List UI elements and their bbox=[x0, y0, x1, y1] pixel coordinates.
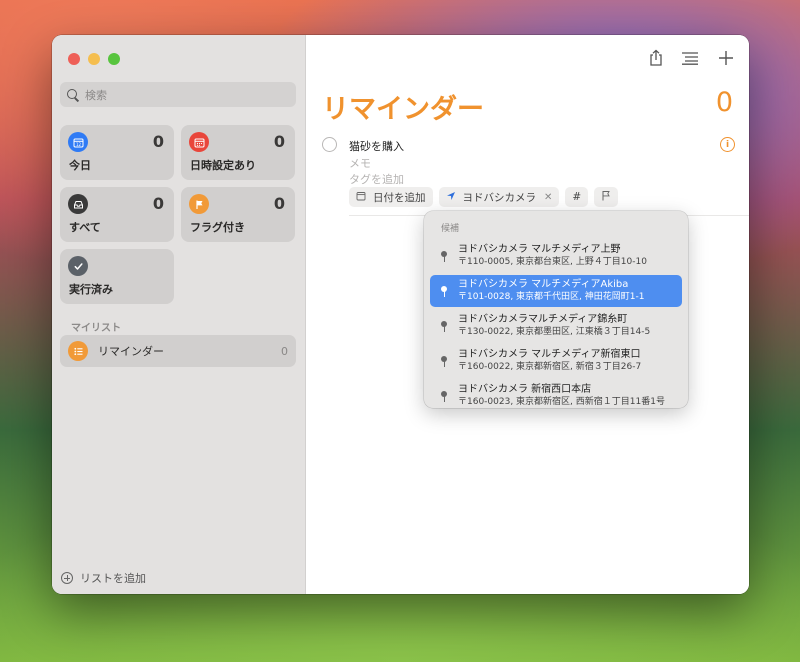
suggestion-name: ヨドバシカメラ マルチメディア新宿東口 bbox=[458, 349, 641, 361]
clear-location-icon[interactable]: ✕ bbox=[544, 192, 552, 203]
suggestion-name: ヨドバシカメラマルチメディア錦糸町 bbox=[458, 314, 628, 326]
location-chip[interactable]: ヨドバシカメラ ✕ bbox=[438, 187, 560, 207]
smart-list-completed[interactable]: 実行済み bbox=[60, 249, 174, 304]
list-title: リマインダー bbox=[322, 94, 484, 125]
reminder-tags-field[interactable]: タグを追加 bbox=[349, 171, 404, 187]
tile-label: 実行済み bbox=[69, 283, 113, 296]
location-arrow-icon bbox=[446, 191, 456, 204]
share-icon bbox=[650, 49, 662, 66]
suggestion-item[interactable]: ヨドバシカメラ マルチメディア上野 〒110-0005, 東京都台東区, 上野４… bbox=[430, 240, 682, 272]
suggestion-address: 〒160-0023, 東京都新宿区, 西新宿１丁目11番1号 bbox=[458, 396, 665, 407]
smart-list-flagged[interactable]: 0 フラグ付き bbox=[181, 187, 295, 242]
suggestion-address: 〒101-0028, 東京都千代田区, 神田花岡町1-1 bbox=[458, 291, 645, 302]
search-placeholder: 検索 bbox=[85, 88, 107, 102]
calendar-icon bbox=[189, 132, 209, 152]
smart-list-today[interactable]: 12 0 今日 bbox=[60, 125, 174, 180]
flag-icon bbox=[189, 194, 209, 214]
search-field[interactable]: 検索 bbox=[60, 82, 296, 107]
tile-label: フラグ付き bbox=[190, 221, 245, 234]
suggestion-name: ヨドバシカメラ マルチメディア上野 bbox=[458, 244, 621, 256]
suggestions-header: 候補 bbox=[441, 224, 460, 234]
smart-list-all[interactable]: 0 すべて bbox=[60, 187, 174, 242]
share-button[interactable] bbox=[647, 49, 665, 67]
add-date-chip[interactable]: 日付を追加 bbox=[349, 187, 433, 207]
suggestion-item[interactable]: ヨドバシカメラマルチメディア錦糸町 〒130-0022, 東京都墨田区, 江東橋… bbox=[430, 310, 682, 342]
info-icon: i bbox=[725, 139, 730, 150]
close-window-button[interactable] bbox=[68, 53, 80, 65]
my-lists-heading: マイリスト bbox=[71, 323, 121, 334]
add-list-label: リストを追加 bbox=[80, 572, 146, 585]
tray-icon bbox=[68, 194, 88, 214]
suggestion-item[interactable]: ヨドバシカメラ 新宿西口本店 〒160-0023, 東京都新宿区, 西新宿１丁目… bbox=[430, 380, 682, 412]
reminder-chips: 日付を追加 ヨドバシカメラ ✕ # bbox=[349, 187, 619, 207]
checkmark-icon bbox=[68, 256, 88, 276]
suggestion-item-selected[interactable]: ヨドバシカメラ マルチメディアAkiba 〒101-0028, 東京都千代田区,… bbox=[430, 275, 682, 307]
view-options-button[interactable] bbox=[681, 49, 699, 67]
list-item-reminders[interactable]: リマインダー 0 bbox=[60, 335, 296, 367]
list-bullet-icon bbox=[68, 341, 88, 361]
suggestion-address: 〒110-0005, 東京都台東区, 上野４丁目10-10 bbox=[458, 256, 647, 267]
add-reminder-button[interactable] bbox=[717, 49, 735, 67]
plus-circle-icon bbox=[61, 572, 73, 584]
add-tag-chip[interactable]: # bbox=[565, 187, 589, 207]
calendar-today-icon: 12 bbox=[68, 132, 88, 152]
tile-label: 今日 bbox=[69, 159, 91, 172]
tile-count: 0 bbox=[152, 132, 164, 151]
svg-text:12: 12 bbox=[75, 142, 81, 147]
map-pin-icon bbox=[439, 389, 449, 403]
map-pin-icon bbox=[439, 249, 449, 263]
map-pin-icon bbox=[439, 319, 449, 333]
list-count: 0 bbox=[281, 344, 288, 358]
suggestion-address: 〒130-0022, 東京都墨田区, 江東橋３丁目14-5 bbox=[458, 326, 651, 337]
suggestion-name: ヨドバシカメラ 新宿西口本店 bbox=[458, 384, 592, 396]
zoom-window-button[interactable] bbox=[108, 53, 120, 65]
suggestion-item[interactable]: ヨドバシカメラ マルチメディア新宿東口 〒160-0022, 東京都新宿区, 新… bbox=[430, 345, 682, 377]
list-name: リマインダー bbox=[98, 345, 164, 358]
flag-outline-icon bbox=[601, 190, 611, 204]
list-count-total: 0 bbox=[715, 87, 733, 118]
location-suggestions-popup: 候補 ヨドバシカメラ マルチメディア上野 〒110-0005, 東京都台東区, … bbox=[424, 211, 688, 408]
reminder-title[interactable]: 猫砂を購入 bbox=[349, 138, 404, 154]
smart-list-scheduled[interactable]: 0 日時設定あり bbox=[181, 125, 295, 180]
info-button[interactable]: i bbox=[720, 137, 735, 152]
map-pin-icon bbox=[439, 354, 449, 368]
search-icon bbox=[67, 88, 79, 101]
list-format-icon bbox=[682, 52, 698, 65]
minimize-window-button[interactable] bbox=[88, 53, 100, 65]
tile-count: 0 bbox=[273, 194, 285, 213]
tile-label: 日時設定あり bbox=[190, 159, 256, 172]
suggestion-name: ヨドバシカメラ マルチメディアAkiba bbox=[458, 279, 629, 291]
tag-label: # bbox=[572, 191, 582, 203]
tile-label: すべて bbox=[69, 221, 101, 234]
add-date-label: 日付を追加 bbox=[373, 191, 426, 204]
reminder-notes-field[interactable]: メモ bbox=[349, 155, 371, 171]
tile-count: 0 bbox=[152, 194, 164, 213]
smart-lists: 12 0 今日 0 日時設定あり 0 すべて 0 フラグ付き 実行済み bbox=[60, 125, 295, 304]
map-pin-icon bbox=[439, 284, 449, 298]
flag-chip[interactable] bbox=[594, 187, 619, 207]
suggestion-address: 〒160-0022, 東京都新宿区, 新宿３丁目26-7 bbox=[458, 361, 642, 372]
calendar-small-icon bbox=[356, 191, 366, 204]
complete-checkbox[interactable] bbox=[322, 137, 337, 152]
location-label: ヨドバシカメラ bbox=[462, 191, 537, 204]
add-list-button[interactable]: リストを追加 bbox=[61, 570, 146, 586]
plus-icon bbox=[719, 51, 733, 65]
tile-count: 0 bbox=[273, 132, 285, 151]
window-controls bbox=[68, 53, 120, 65]
sidebar: 検索 12 0 今日 0 日時設定あり 0 すべて 0 フラグ付き 実行済み マ… bbox=[52, 35, 306, 594]
